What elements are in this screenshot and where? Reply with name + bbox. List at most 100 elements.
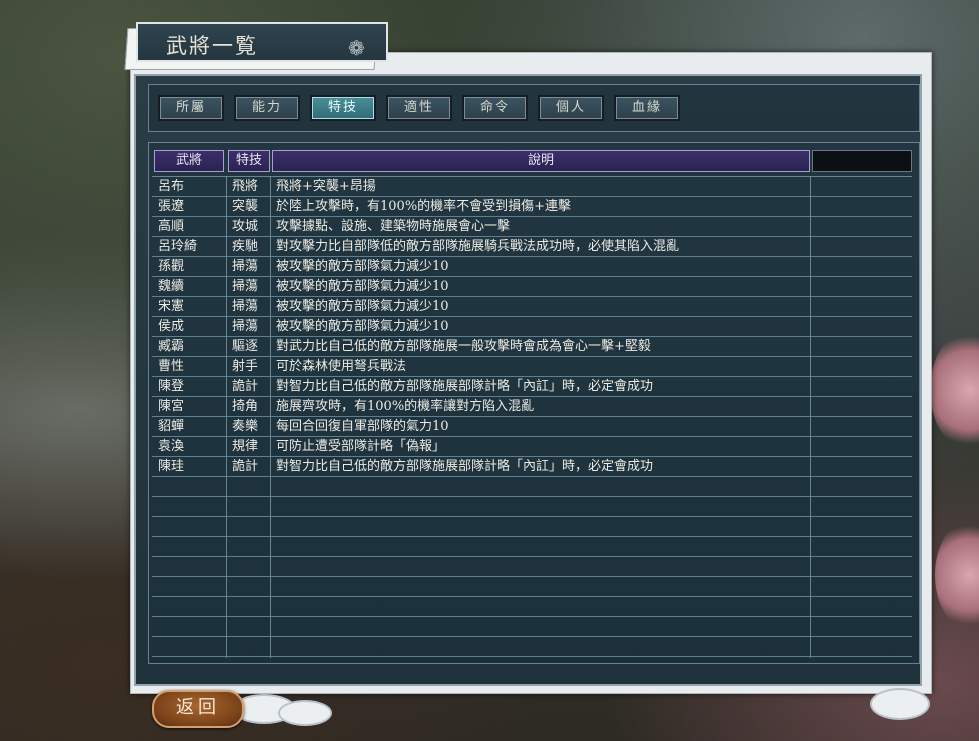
- officer-name-cell: 高順: [158, 219, 185, 234]
- table-row[interactable]: 張遼 突襲 於陸上攻擊時，有100%的機率不會受到損傷+連擊: [152, 197, 912, 217]
- column-divider: [226, 176, 227, 658]
- skill-cell: 掎角: [232, 399, 259, 414]
- table-row[interactable]: 貂蟬 奏樂 每回合回復自軍部隊的氣力10: [152, 417, 912, 437]
- table-row[interactable]: [152, 477, 912, 497]
- table-row[interactable]: 臧霸 驅逐 對武力比自己低的敵方部隊施展一般攻擊時會成為會心一擊+堅毅: [152, 337, 912, 357]
- table-row[interactable]: [152, 637, 912, 657]
- skill-cell: 掃蕩: [232, 299, 259, 314]
- table-row[interactable]: 曹性 射手 可於森林使用弩兵戰法: [152, 357, 912, 377]
- skill-cell: 攻城: [232, 219, 259, 234]
- table-row[interactable]: [152, 497, 912, 517]
- description-cell: [276, 597, 806, 616]
- table-row[interactable]: 高順 攻城 攻擊據點、設施、建築物時施展會心一擊: [152, 217, 912, 237]
- officer-name-cell: [158, 617, 226, 636]
- description-cell: [276, 637, 806, 656]
- window-title: 武將一覧: [166, 34, 258, 58]
- table-row[interactable]: 袁渙 規律 可防止遭受部隊計略「偽報」: [152, 437, 912, 457]
- table-row[interactable]: [152, 557, 912, 577]
- tab-skill[interactable]: 特技: [310, 95, 376, 121]
- description-cell: [276, 537, 806, 556]
- table-row[interactable]: 陳登 詭計 對智力比自己低的敵方部隊施展部隊計略「內訌」時，必定會成功: [152, 377, 912, 397]
- table-row[interactable]: 呂布 飛將 飛將+突襲+昂揚: [152, 177, 912, 197]
- skill-cell: [232, 537, 272, 556]
- table-row[interactable]: [152, 537, 912, 557]
- blossom-tree: [930, 330, 979, 450]
- officer-name-cell: [158, 557, 226, 576]
- officer-name-cell: 魏續: [158, 279, 185, 294]
- officer-name-cell: 陳珪: [158, 459, 185, 474]
- table-row[interactable]: 呂玲綺 疾馳 對攻擊力比自部隊低的敵方部隊施展騎兵戰法成功時，必使其陷入混亂: [152, 237, 912, 257]
- skill-cell: [232, 637, 272, 656]
- table-row[interactable]: [152, 617, 912, 637]
- officer-name-cell: 宋憲: [158, 299, 185, 314]
- description-cell: 施展齊攻時，有100%的機率讓對方陷入混亂: [276, 399, 535, 414]
- description-cell: [276, 577, 806, 596]
- table-row[interactable]: [152, 577, 912, 597]
- skill-cell: 射手: [232, 359, 259, 374]
- description-cell: [276, 557, 806, 576]
- officer-name-cell: 曹性: [158, 359, 185, 374]
- officer-name-cell: [158, 537, 226, 556]
- table-row[interactable]: [152, 597, 912, 617]
- table-row[interactable]: 魏續 掃蕩 被攻擊的敵方部隊氣力減少10: [152, 277, 912, 297]
- officer-name-cell: [158, 477, 226, 496]
- description-cell: 對智力比自己低的敵方部隊施展部隊計略「內訌」時，必定會成功: [276, 459, 654, 474]
- skill-cell: [232, 617, 272, 636]
- description-cell: 對武力比自己低的敵方部隊施展一般攻擊時會成為會心一擊+堅毅: [276, 339, 651, 354]
- skill-cell: 掃蕩: [232, 279, 259, 294]
- column-header-skill[interactable]: 特技: [228, 150, 270, 172]
- officer-name-cell: [158, 497, 226, 516]
- cloud-ornament-icon: [870, 688, 930, 720]
- tab-command[interactable]: 命令: [462, 95, 528, 121]
- table-row[interactable]: 侯成 掃蕩 被攻擊的敵方部隊氣力減少10: [152, 317, 912, 337]
- description-cell: 被攻擊的敵方部隊氣力減少10: [276, 299, 449, 314]
- column-divider: [270, 176, 271, 658]
- description-cell: 攻擊據點、設施、建築物時施展會心一擊: [276, 219, 511, 234]
- column-header-description[interactable]: 說明: [272, 150, 810, 172]
- table-row[interactable]: [152, 517, 912, 537]
- table-row[interactable]: 孫觀 掃蕩 被攻擊的敵方部隊氣力減少10: [152, 257, 912, 277]
- skill-cell: 規律: [232, 439, 259, 454]
- tab-ability[interactable]: 能力: [234, 95, 300, 121]
- description-cell: 每回合回復自軍部隊的氣力10: [276, 419, 449, 434]
- tab-personal[interactable]: 個人: [538, 95, 604, 121]
- description-cell: 對智力比自己低的敵方部隊施展部隊計略「內訌」時，必定會成功: [276, 379, 654, 394]
- skill-cell: 掃蕩: [232, 319, 259, 334]
- skill-cell: 飛將: [232, 179, 259, 194]
- officer-name-cell: 呂布: [158, 179, 185, 194]
- table-row[interactable]: 陳宮 掎角 施展齊攻時，有100%的機率讓對方陷入混亂: [152, 397, 912, 417]
- officer-name-cell: 袁渙: [158, 439, 185, 454]
- officer-name-cell: [158, 637, 226, 656]
- tab-affiliation[interactable]: 所屬: [158, 95, 224, 121]
- description-cell: 可於森林使用弩兵戰法: [276, 359, 407, 374]
- officer-name-cell: 貂蟬: [158, 419, 185, 434]
- skill-cell: 奏樂: [232, 419, 259, 434]
- skill-cell: 疾馳: [232, 239, 259, 254]
- description-cell: 被攻擊的敵方部隊氣力減少10: [276, 259, 449, 274]
- description-cell: 飛將+突襲+昂揚: [276, 179, 376, 194]
- tab-kinship[interactable]: 血緣: [614, 95, 680, 121]
- description-cell: [276, 497, 806, 516]
- officer-name-cell: 孫觀: [158, 259, 185, 274]
- skill-cell: [232, 477, 272, 496]
- officer-name-cell: 臧霸: [158, 339, 185, 354]
- tab-aptitude[interactable]: 適性: [386, 95, 452, 121]
- skill-cell: 詭計: [232, 459, 259, 474]
- skill-cell: [232, 557, 272, 576]
- column-header-officer[interactable]: 武將: [154, 150, 224, 172]
- table-row[interactable]: 宋憲 掃蕩 被攻擊的敵方部隊氣力減少10: [152, 297, 912, 317]
- description-cell: [276, 477, 806, 496]
- window-title-tab: 武將一覧 ❁: [124, 18, 388, 70]
- table-row[interactable]: 陳珪 詭計 對智力比自己低的敵方部隊施展部隊計略「內訌」時，必定會成功: [152, 457, 912, 477]
- description-cell: 於陸上攻擊時，有100%的機率不會受到損傷+連擊: [276, 199, 572, 214]
- return-button[interactable]: 返回: [152, 690, 244, 728]
- officer-name-cell: 陳宮: [158, 399, 185, 414]
- officer-name-cell: 侯成: [158, 319, 185, 334]
- officer-name-cell: 張遼: [158, 199, 185, 214]
- description-cell: [276, 517, 806, 536]
- description-cell: 被攻擊的敵方部隊氣力減少10: [276, 319, 449, 334]
- officer-name-cell: [158, 597, 226, 616]
- column-header-blank: [812, 150, 912, 172]
- skill-cell: 突襲: [232, 199, 259, 214]
- skill-cell: 掃蕩: [232, 259, 259, 274]
